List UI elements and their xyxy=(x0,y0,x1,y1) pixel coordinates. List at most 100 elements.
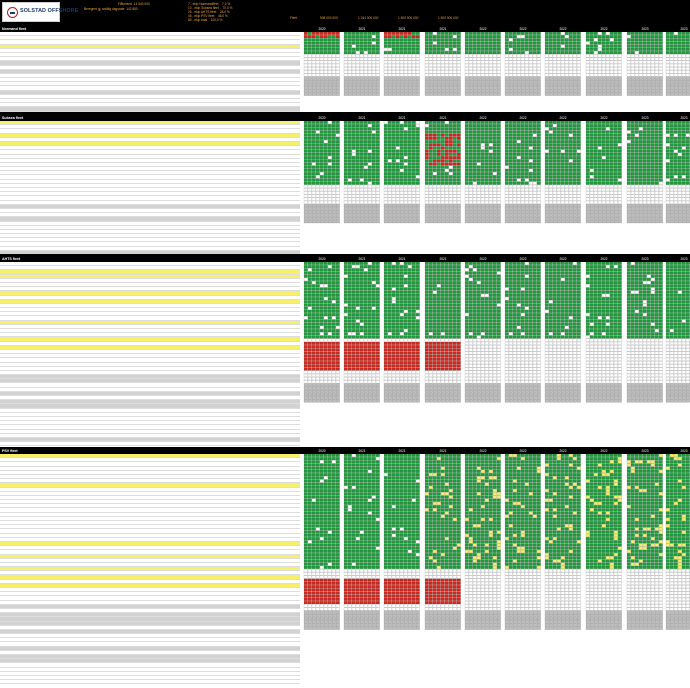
schedule-cell xyxy=(331,54,336,58)
schedule-cell xyxy=(424,121,429,124)
schedule-cell xyxy=(351,76,356,80)
schedule-cell xyxy=(617,184,622,188)
schedule-cell xyxy=(319,156,324,160)
schedule-cell xyxy=(544,38,549,42)
schedule-cell xyxy=(504,168,509,172)
schedule-cell xyxy=(480,207,485,211)
schedule-cell xyxy=(681,83,686,87)
schedule-cell xyxy=(512,130,517,134)
schedule-cell xyxy=(642,44,647,48)
schedule-cell xyxy=(536,204,541,208)
schedule-cell xyxy=(383,63,388,67)
schedule-cell xyxy=(452,35,457,39)
schedule-cell xyxy=(464,143,469,147)
schedule-cell xyxy=(383,140,388,144)
schedule-cell xyxy=(347,38,352,42)
schedule-cell xyxy=(359,76,364,80)
schedule-cell xyxy=(303,44,308,48)
schedule-cell xyxy=(311,322,316,326)
schedule-cell xyxy=(536,35,541,39)
schedule-cell xyxy=(650,149,655,153)
schedule-cell xyxy=(508,194,513,198)
schedule-cell xyxy=(307,373,312,377)
schedule-cell xyxy=(512,73,517,77)
schedule-cell xyxy=(677,168,682,172)
schedule-cell xyxy=(552,83,557,87)
schedule-cell xyxy=(367,191,372,195)
schedule-cell xyxy=(452,152,457,156)
schedule-cell xyxy=(677,133,682,137)
schedule-cell xyxy=(609,57,614,61)
schedule-cell xyxy=(492,133,497,137)
schedule-cell xyxy=(395,175,400,179)
schedule-cell xyxy=(468,127,473,131)
schedule-cell xyxy=(532,207,537,211)
schedule-cell xyxy=(363,32,368,35)
schedule-cell xyxy=(677,67,682,71)
schedule-cell xyxy=(367,140,372,144)
schedule-cell xyxy=(626,133,631,137)
schedule-cell xyxy=(480,121,485,124)
schedule-cell xyxy=(371,44,376,48)
schedule-cell xyxy=(609,83,614,87)
schedule-cell xyxy=(424,32,429,35)
schedule-cell xyxy=(597,159,602,163)
schedule-cell xyxy=(311,335,316,339)
schedule-cell xyxy=(347,200,352,204)
schedule-cell xyxy=(375,32,380,35)
schedule-cell xyxy=(407,165,412,169)
schedule-cell xyxy=(464,79,469,83)
schedule-cell xyxy=(516,83,521,87)
schedule-cell xyxy=(452,181,457,185)
schedule-cell xyxy=(480,127,485,131)
schedule-cell xyxy=(658,86,663,90)
schedule-cell xyxy=(524,70,529,74)
schedule-cell xyxy=(456,172,461,176)
schedule-cell xyxy=(646,172,651,176)
schedule-cell xyxy=(399,220,404,224)
schedule-cell xyxy=(343,73,348,77)
schedule-cell xyxy=(504,178,509,182)
schedule-cell xyxy=(307,377,312,381)
schedule-cell xyxy=(351,79,356,83)
schedule-cell xyxy=(516,213,521,217)
table-row[interactable] xyxy=(0,250,300,254)
schedule-cell xyxy=(319,200,324,204)
schedule-cell xyxy=(576,175,581,179)
schedule-cell xyxy=(556,188,561,192)
schedule-cell xyxy=(560,204,565,208)
schedule-cell xyxy=(552,86,557,90)
schedule-cell xyxy=(544,159,549,163)
schedule-cell xyxy=(630,191,635,195)
schedule-cell xyxy=(560,127,565,131)
schedule-cell xyxy=(335,67,340,71)
schedule-cell xyxy=(472,73,477,77)
schedule-cell xyxy=(307,284,312,288)
schedule-cell xyxy=(359,140,364,144)
schedule-cell xyxy=(484,213,489,217)
schedule-cell xyxy=(548,76,553,80)
schedule-cell xyxy=(613,200,618,204)
schedule-cell xyxy=(480,178,485,182)
schedule-cell xyxy=(347,76,352,80)
schedule-cell xyxy=(638,149,643,153)
schedule-cell xyxy=(468,136,473,140)
schedule-cell xyxy=(444,207,449,211)
table-row[interactable] xyxy=(0,442,300,447)
schedule-cell xyxy=(359,32,364,35)
schedule-cell xyxy=(411,140,416,144)
schedule-cell xyxy=(315,130,320,134)
schedule-cell xyxy=(576,32,581,35)
schedule-cell xyxy=(367,210,372,214)
schedule-cell xyxy=(552,140,557,144)
schedule-cell xyxy=(399,44,404,48)
schedule-cell xyxy=(585,210,590,214)
schedule-cell xyxy=(351,188,356,192)
schedule-cell xyxy=(307,262,312,265)
schedule-cell xyxy=(572,76,577,80)
schedule-cell xyxy=(658,57,663,61)
schedule-cell xyxy=(613,136,618,140)
schedule-cell xyxy=(617,38,622,42)
schedule-cell xyxy=(572,89,577,93)
schedule-cell xyxy=(669,159,674,163)
